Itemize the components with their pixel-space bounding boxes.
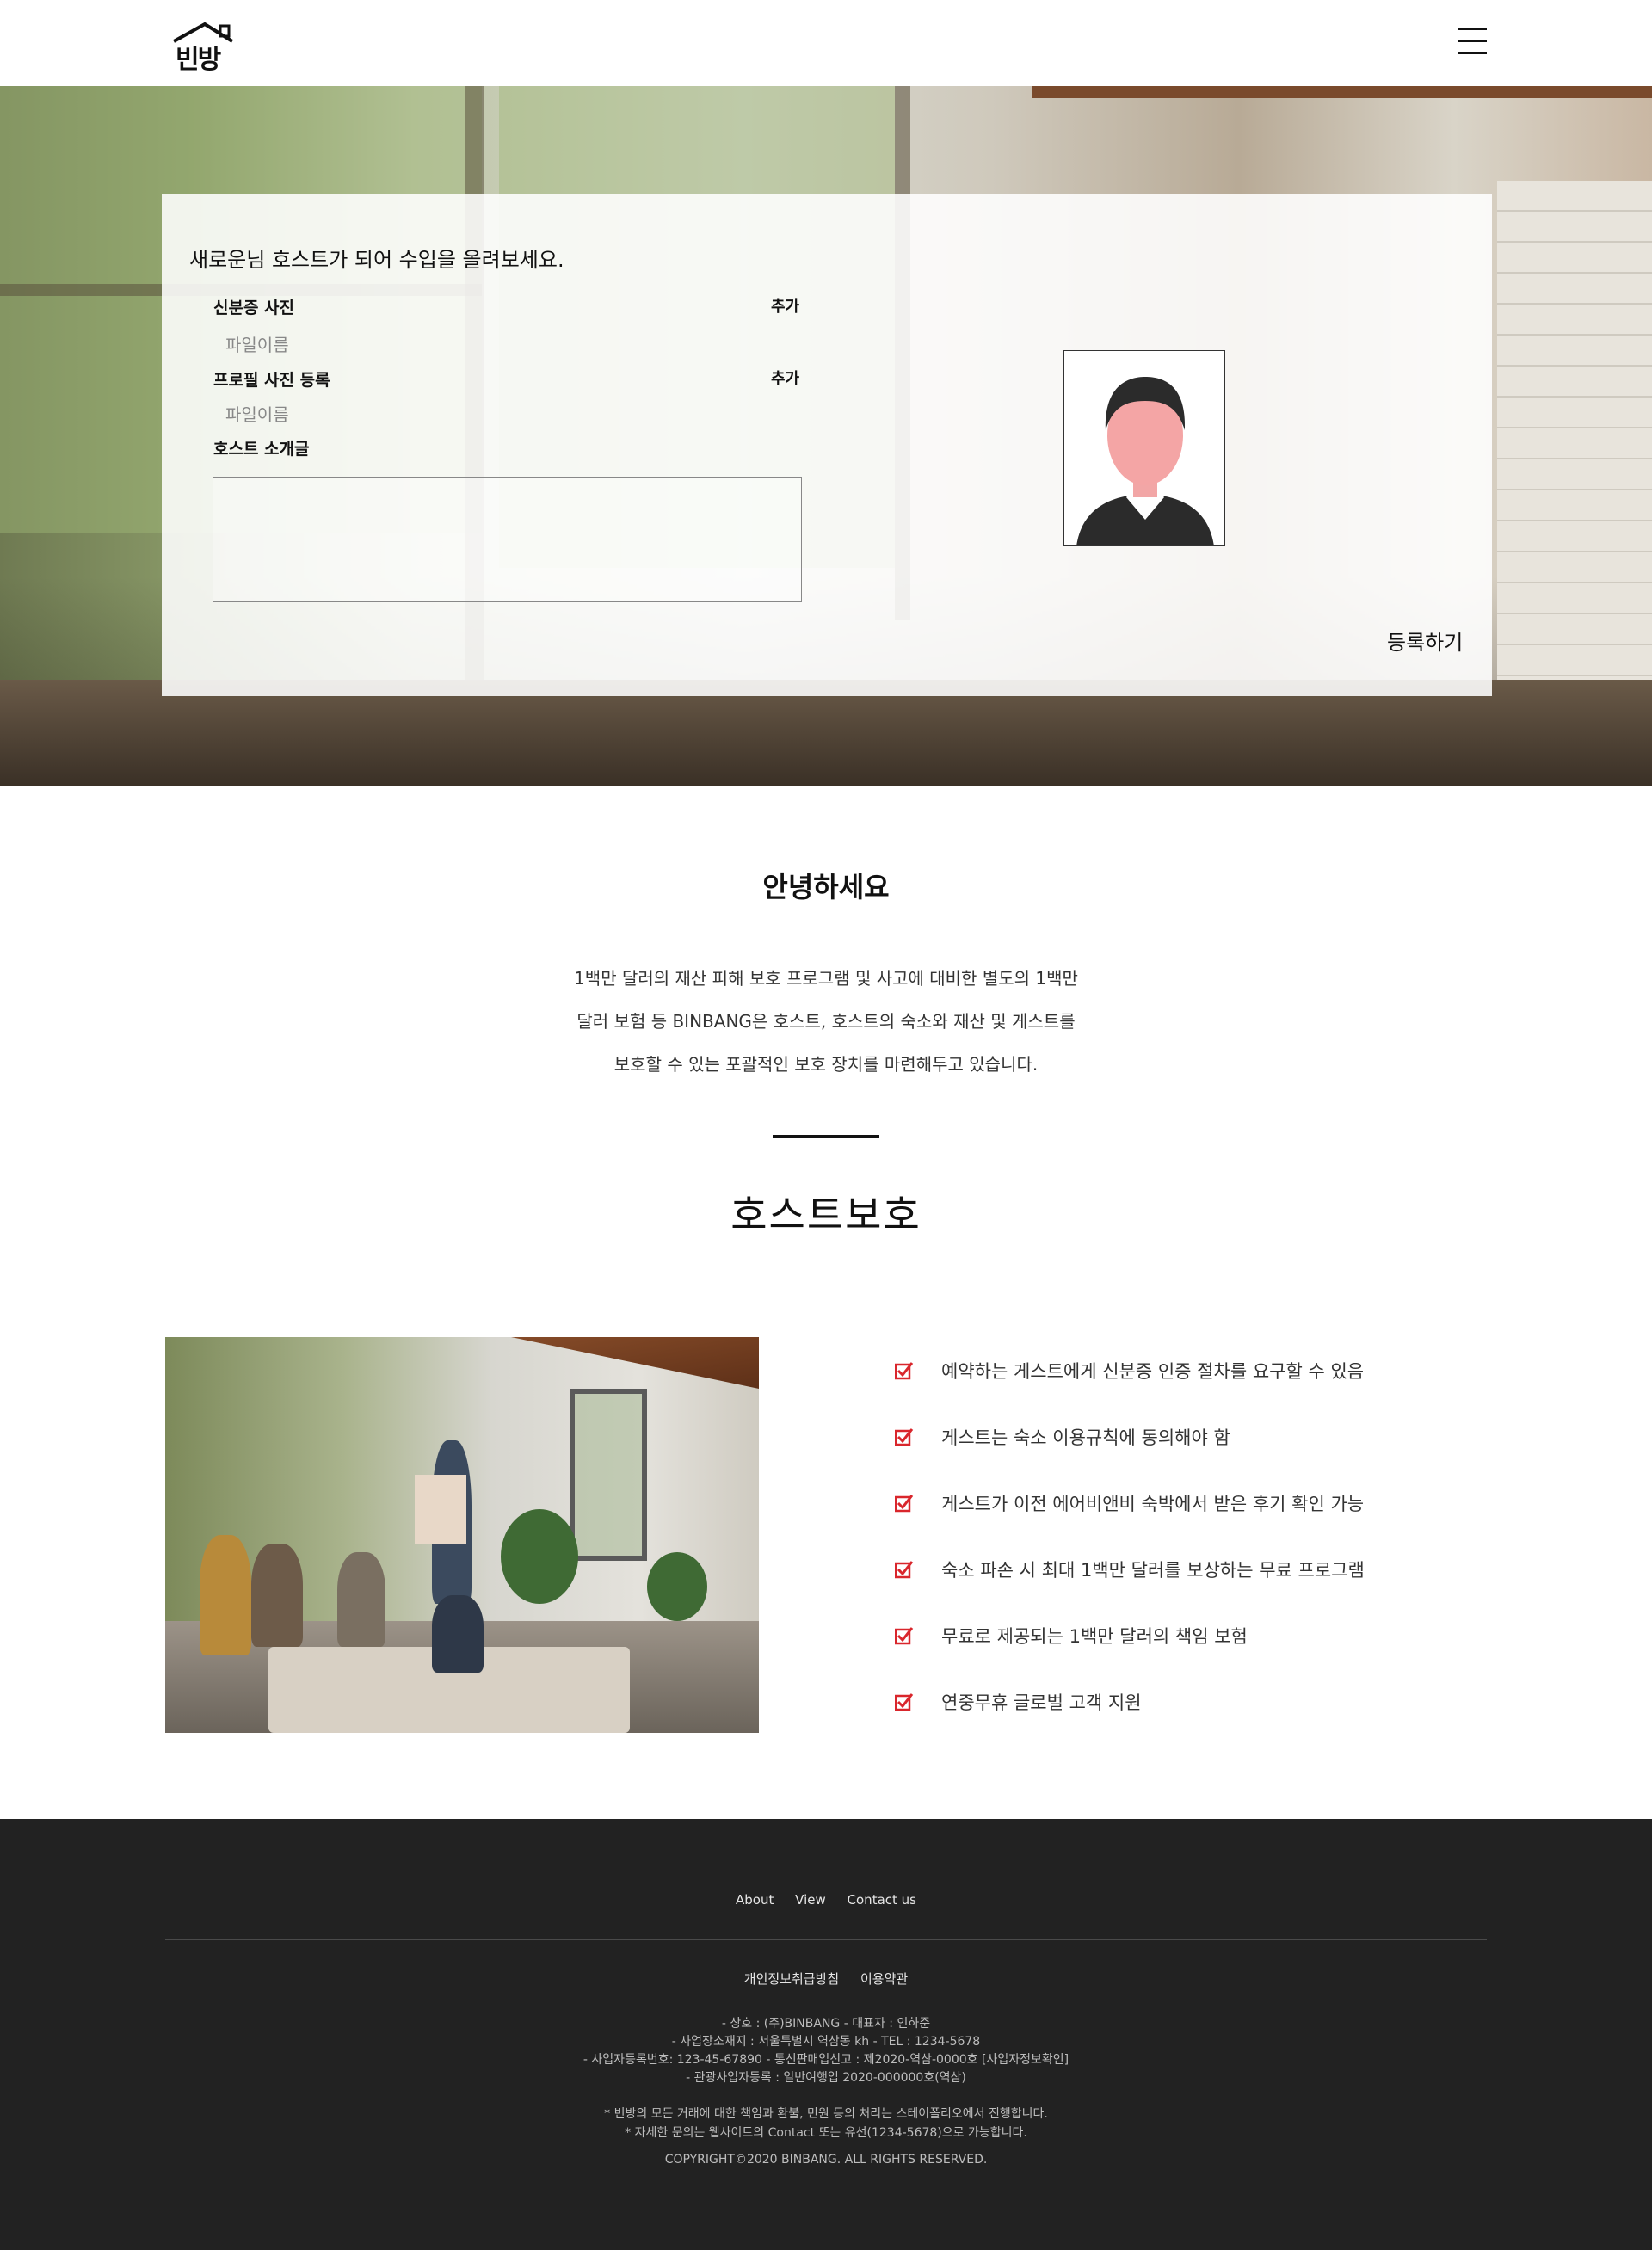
company-info: - 상호 : (주)BINBANG - 대표자 : 인하준 - 사업장소재지 :… [0, 2015, 1652, 2087]
checkbox-checked-icon [895, 1362, 914, 1380]
footer-policy-links: 개인정보취급방침 이용약관 [0, 1970, 1652, 1988]
company-info-line: - 상호 : (주)BINBANG - 대표자 : 인하준 [721, 2017, 931, 2031]
profile-photo-add-button[interactable]: 추가 [771, 367, 799, 389]
register-button[interactable]: 등록하기 [1387, 626, 1463, 656]
description-line: 보호할 수 있는 포괄적인 보호 장치를 마련해두고 있습니다. [613, 1054, 1039, 1075]
id-photo-add-button[interactable]: 추가 [771, 294, 799, 317]
id-photo-filename: 파일이름 [225, 335, 289, 355]
footer-link-contact[interactable]: Contact us [848, 1892, 916, 1908]
section-title: 호스트보호 [730, 1192, 922, 1238]
living-room-photo [165, 1337, 759, 1733]
terms-link[interactable]: 이용약관 [860, 1971, 908, 1987]
hamburger-menu-icon [1458, 28, 1487, 30]
feature-text: 게스트는 숙소 이용규칙에 동의해야 함 [941, 1427, 1230, 1448]
notice-line: * 자세한 문의는 웹사이트의 Contact 또는 유선(1234-5678)… [625, 2126, 1027, 2140]
logo-text: 빈방 [176, 45, 221, 75]
notice-line: * 빈방의 모든 거래에 대한 책임과 환불, 민원 등의 처리는 스테이폴리오… [604, 2107, 1048, 2121]
checkbox-checked-icon [895, 1693, 914, 1711]
feature-text: 연중무휴 글로벌 고객 지원 [941, 1692, 1142, 1713]
checkbox-checked-icon [895, 1561, 914, 1579]
host-intro-label: 호스트 소개글 [213, 440, 310, 459]
profile-photo-preview [1063, 350, 1225, 546]
company-info-line: - 관광사업자등록 : 일반여행업 2020-000000호(역삼) [686, 2071, 966, 2085]
form-title: 새로운님 호스트가 되어 수입을 올려보세요. [189, 248, 564, 272]
profile-photo-filename: 파일이름 [225, 404, 289, 425]
description-line: 1백만 달러의 재산 피해 보호 프로그램 및 사고에 대비한 별도의 1백만 [574, 968, 1078, 989]
feature-text: 무료로 제공되는 1백만 달러의 책임 보험 [941, 1626, 1248, 1647]
footer-nav: About View Contact us [0, 1892, 1652, 1908]
menu-button[interactable] [1458, 28, 1487, 57]
checkbox-checked-icon [895, 1428, 914, 1446]
description-line: 달러 보험 등 BINBANG은 호스트, 호스트의 숙소와 재산 및 게스트를 [576, 1011, 1076, 1032]
checkbox-checked-icon [895, 1495, 914, 1513]
footer-notice: * 빈방의 모든 거래에 대한 책임과 환불, 민원 등의 처리는 스테이폴리오… [0, 2105, 1652, 2142]
feature-text: 게스트가 이전 에어비앤비 숙박에서 받은 후기 확인 가능 [941, 1494, 1365, 1514]
feature-text: 숙소 파손 시 최대 1백만 달러를 보상하는 무료 프로그램 [941, 1560, 1365, 1581]
checkbox-checked-icon [895, 1627, 914, 1645]
id-photo-label: 신분증 사진 [213, 299, 295, 317]
footer-link-view[interactable]: View [795, 1892, 826, 1908]
company-info-line: - 사업장소재지 : 서울특별시 역삼동 kh - TEL : 1234-567… [671, 2035, 981, 2049]
protection-description: 1백만 달러의 재산 피해 보호 프로그램 및 사고에 대비한 별도의 1백만 … [482, 957, 1170, 1086]
company-info-line: - 사업자등록번호: 123-45-67890 - 통신판매업신고 : 제202… [583, 2053, 1069, 2067]
privacy-policy-link[interactable]: 개인정보취급방침 [744, 1971, 839, 1987]
greeting-heading: 안녕하세요 [762, 871, 890, 903]
feature-text: 예약하는 게스트에게 신분증 인증 절차를 요구할 수 있음 [941, 1361, 1365, 1382]
footer-divider [165, 1939, 1487, 1940]
site-header: 빈방 [0, 0, 1652, 86]
profile-photo-label: 프로필 사진 등록 [213, 371, 330, 390]
person-silhouette-icon [1076, 377, 1214, 545]
site-footer: About View Contact us 개인정보취급방침 이용약관 - 상호… [0, 1819, 1652, 2250]
footer-link-about[interactable]: About [736, 1892, 774, 1908]
site-logo[interactable]: 빈방 [172, 22, 237, 75]
section-divider [773, 1135, 879, 1138]
copyright: COPYRIGHT©2020 BINBANG. ALL RIGHTS RESER… [664, 2153, 988, 2167]
host-intro-textarea[interactable] [213, 477, 802, 602]
